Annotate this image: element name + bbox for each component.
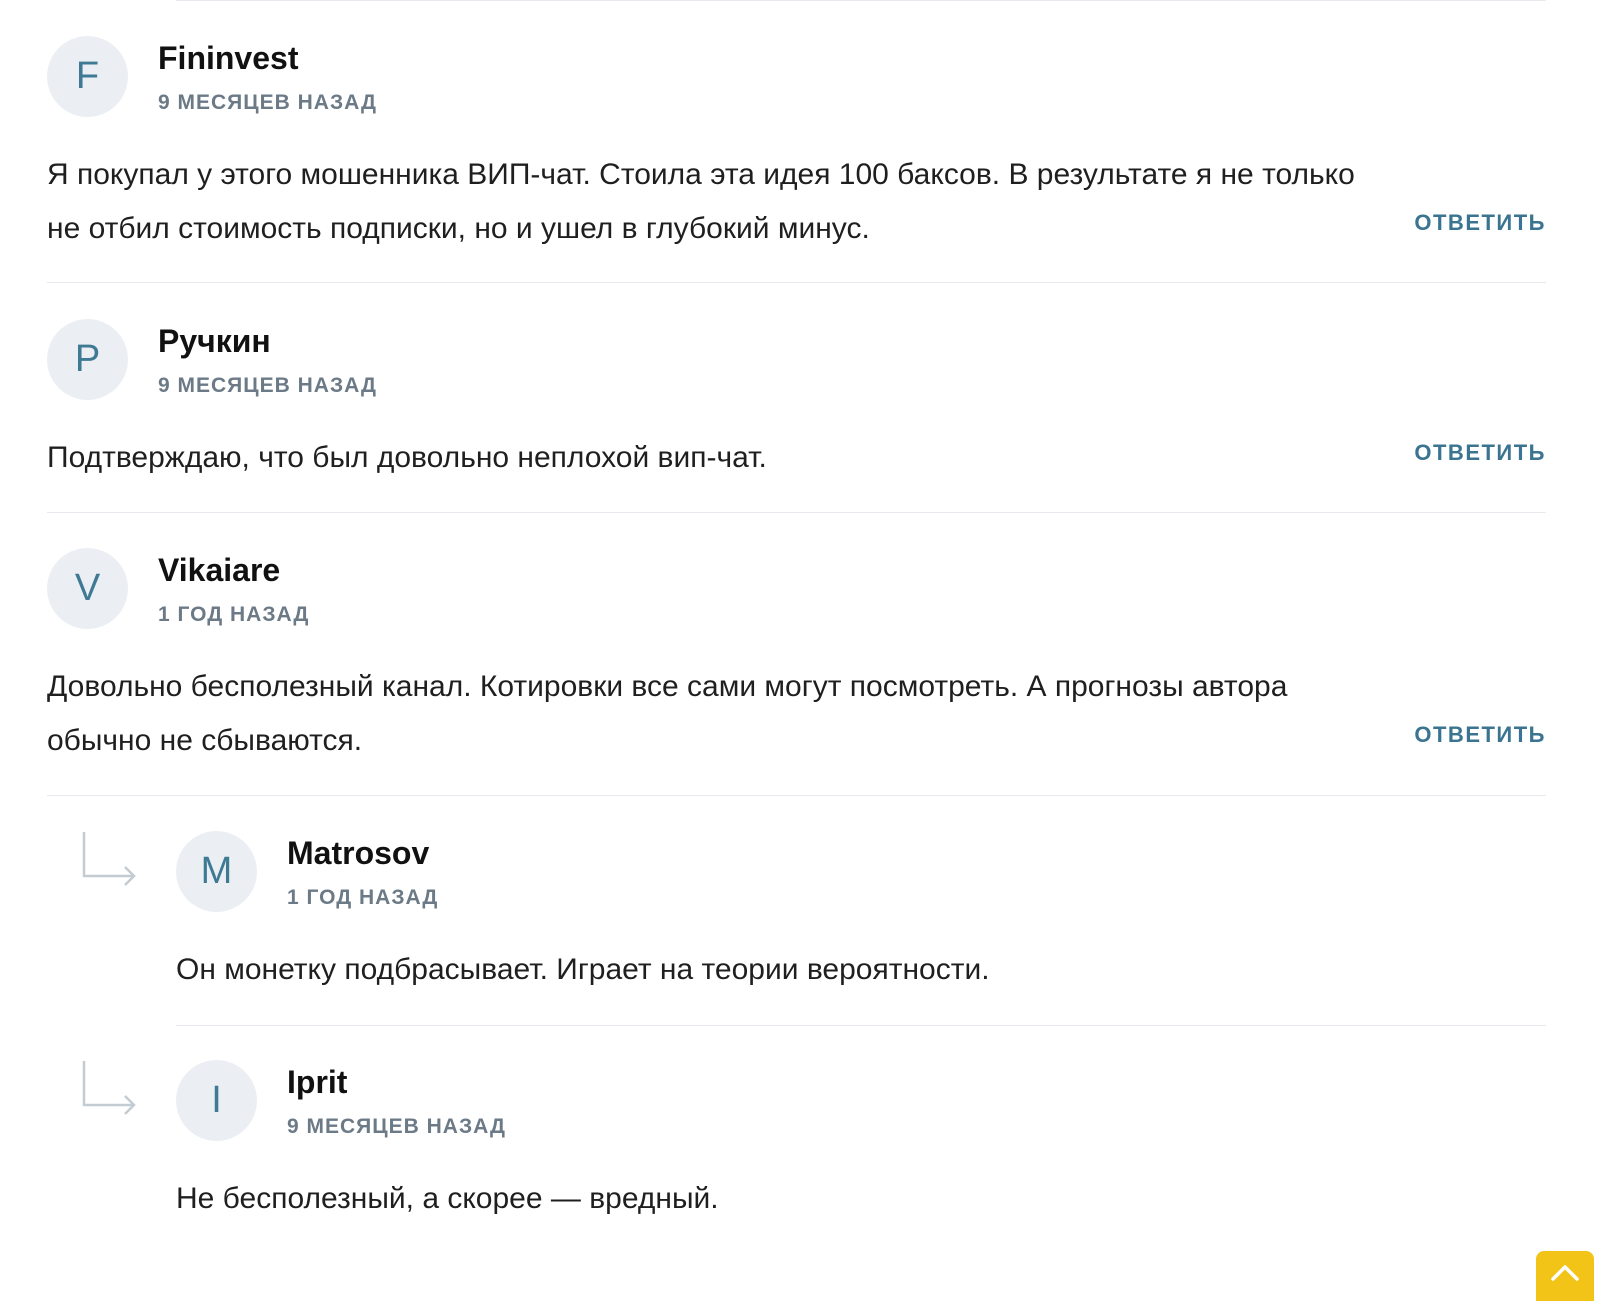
reply-arrow-icon (78, 1059, 138, 1119)
comment-date: 9 МЕСЯЦЕВ НАЗАД (287, 1115, 506, 1139)
comment-divider (47, 512, 1546, 513)
avatar[interactable]: I (176, 1060, 257, 1141)
comment-item: V Vikaiare 1 ГОД НАЗАД Довольно бесполез… (47, 548, 1546, 798)
comment-item: F Fininvest 9 МЕСЯЦЕВ НАЗАД Я покупал у … (47, 36, 1546, 284)
comment-text: Я покупал у этого мошенника ВИП-чат. Сто… (47, 148, 1377, 256)
avatar[interactable]: Р (47, 319, 128, 400)
reply-item: I Iprit 9 МЕСЯЦЕВ НАЗАД Не бесполезный, … (176, 1060, 1546, 1240)
comment-text: Подтверждаю, что был довольно неплохой в… (47, 431, 1377, 485)
reply-button[interactable]: ОТВЕТИТЬ (1414, 722, 1546, 748)
chevron-up-icon (1536, 1251, 1594, 1284)
comment-text: Не бесполезный, а скорее — вредный. (176, 1172, 1426, 1226)
comment-text: Он монетку подбрасывает. Играет на теори… (176, 943, 1426, 997)
comment-author[interactable]: Vikaiare (158, 552, 280, 589)
scroll-to-top-button[interactable] (1536, 1251, 1594, 1301)
reply-item: M Matrosov 1 ГОД НАЗАД Он монетку подбра… (176, 831, 1546, 1029)
comment-date: 9 МЕСЯЦЕВ НАЗАД (158, 374, 377, 398)
comment-date: 1 ГОД НАЗАД (287, 886, 438, 910)
reply-arrow-icon (78, 830, 138, 890)
comment-author[interactable]: Ручкин (158, 323, 271, 360)
reply-button[interactable]: ОТВЕТИТЬ (1414, 440, 1546, 466)
avatar[interactable]: V (47, 548, 128, 629)
avatar[interactable]: M (176, 831, 257, 912)
comment-author[interactable]: Fininvest (158, 40, 298, 77)
comment-divider (47, 795, 1546, 796)
avatar[interactable]: F (47, 36, 128, 117)
comment-date: 9 МЕСЯЦЕВ НАЗАД (158, 91, 377, 115)
reply-button[interactable]: ОТВЕТИТЬ (1414, 210, 1546, 236)
comment-item: Р Ручкин 9 МЕСЯЦЕВ НАЗАД Подтверждаю, чт… (47, 319, 1546, 515)
comment-date: 1 ГОД НАЗАД (158, 603, 309, 627)
comment-author[interactable]: Matrosov (287, 835, 429, 872)
comment-divider (47, 282, 1546, 283)
top-divider (176, 0, 1546, 1)
comment-divider (176, 1025, 1546, 1026)
comment-author[interactable]: Iprit (287, 1064, 347, 1101)
comment-text: Довольно бесполезный канал. Котировки вс… (47, 660, 1377, 768)
